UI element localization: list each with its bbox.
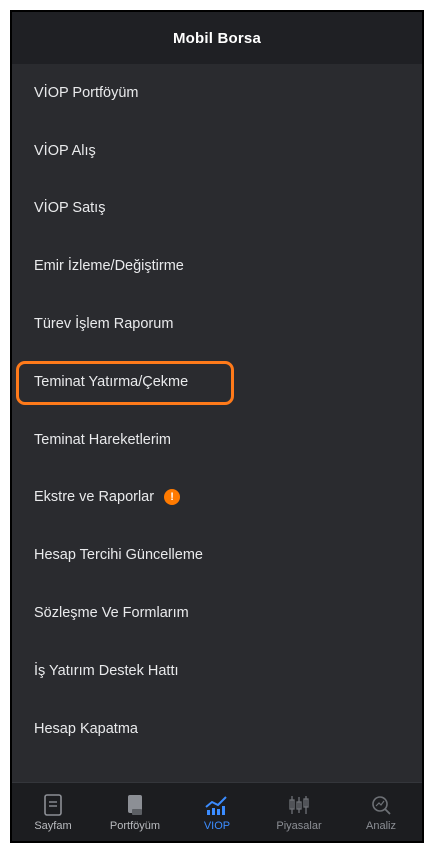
menu-item-hesap-tercihi-guncelleme[interactable]: Hesap Tercihi Güncelleme: [12, 526, 422, 584]
alert-icon: !: [164, 489, 181, 506]
app-header: Mobil Borsa: [12, 12, 422, 64]
highlight-outline: [16, 360, 234, 405]
menu-item-sozlesme-ve-formlarim[interactable]: Sözleşme Ve Formlarım: [12, 584, 422, 642]
menu-item-viop-satis[interactable]: VİOP Satış: [12, 180, 422, 238]
menu-item-label: Hesap Tercihi Güncelleme: [34, 547, 203, 564]
candlestick-icon: [287, 793, 311, 817]
menu-item-label: VİOP Alış: [34, 142, 96, 159]
tab-piyasalar[interactable]: Piyasalar: [258, 793, 340, 832]
menu-item-label: Ekstre ve Raporlar: [34, 489, 155, 506]
menu-item-emir-izleme[interactable]: Emir İzleme/Değiştirme: [12, 237, 422, 295]
viop-menu: VİOP Portföyüm VİOP Alış VİOP Satış Emir…: [12, 64, 422, 758]
menu-item-turev-islem-raporum[interactable]: Türev İşlem Raporum: [12, 295, 422, 353]
menu-item-label: Türev İşlem Raporum: [34, 316, 174, 333]
menu-item-destek-hatti[interactable]: İş Yatırım Destek Hattı: [12, 642, 422, 700]
document-icon: [44, 793, 62, 817]
menu-item-viop-portfoyum[interactable]: VİOP Portföyüm: [12, 64, 422, 122]
tab-label: Portföyüm: [109, 819, 161, 832]
menu-item-label: Teminat Hareketlerim: [34, 431, 171, 448]
phone-screen: Mobil Borsa VİOP Portföyüm VİOP Alış VİO…: [10, 10, 424, 843]
chart-icon: [204, 793, 230, 817]
tab-label: Sayfam: [34, 819, 72, 832]
tab-analiz[interactable]: Analiz: [340, 793, 422, 832]
menu-item-label: Sözleşme Ve Formlarım: [34, 605, 189, 622]
menu-item-label: VİOP Satış: [34, 200, 106, 217]
tab-label: Piyasalar: [276, 819, 322, 832]
menu-item-label: Emir İzleme/Değiştirme: [34, 258, 184, 275]
menu-item-label: İş Yatırım Destek Hattı: [34, 662, 179, 679]
menu-item-hesap-kapatma[interactable]: Hesap Kapatma: [12, 700, 422, 758]
portfolio-icon: [126, 793, 144, 817]
menu-item-label: Hesap Kapatma: [34, 720, 138, 737]
menu-item-label: VİOP Portföyüm: [34, 84, 139, 101]
menu-item-viop-alis[interactable]: VİOP Alış: [12, 122, 422, 180]
tab-label: VIOP: [203, 819, 231, 832]
tab-viop[interactable]: VIOP: [176, 793, 258, 832]
menu-item-teminat-yatirma-cekme[interactable]: Teminat Yatırma/Çekme: [12, 353, 422, 411]
app-title: Mobil Borsa: [172, 29, 262, 47]
bottom-tab-bar: Sayfam Portföyüm VIOP Piyasalar Analiz: [12, 782, 422, 841]
tab-sayfam[interactable]: Sayfam: [12, 793, 94, 832]
menu-item-ekstre-ve-raporlar[interactable]: Ekstre ve Raporlar !: [12, 469, 422, 527]
tab-portfoyum[interactable]: Portföyüm: [94, 793, 176, 832]
tab-label: Analiz: [366, 819, 396, 832]
analysis-icon: [370, 793, 392, 817]
menu-item-teminat-hareketlerim[interactable]: Teminat Hareketlerim: [12, 411, 422, 469]
